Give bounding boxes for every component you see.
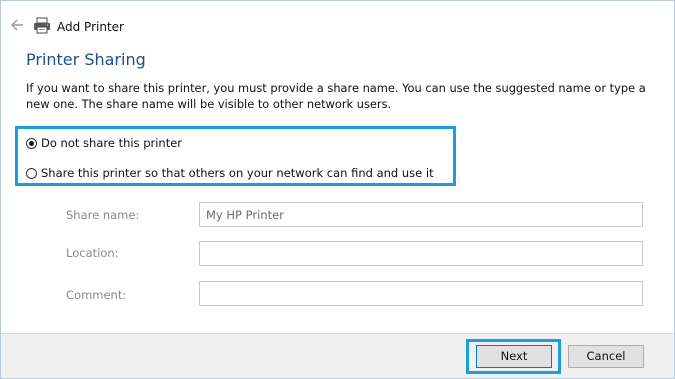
next-button[interactable]: Next (476, 345, 552, 368)
radio-share-label: Share this printer so that others on you… (41, 166, 434, 180)
radio-share[interactable]: Share this printer so that others on you… (26, 166, 434, 180)
add-printer-window: Add Printer Printer Sharing If you want … (0, 0, 675, 379)
share-name-label: Share name: (66, 208, 140, 222)
location-label: Location: (66, 246, 119, 260)
description-text: If you want to share this printer, you m… (26, 81, 646, 111)
radio-do-not-share[interactable]: Do not share this printer (26, 136, 182, 150)
share-name-input[interactable] (199, 202, 643, 227)
radio-selected-icon[interactable] (26, 137, 37, 149)
page-title: Printer Sharing (26, 50, 146, 69)
back-arrow-icon[interactable] (10, 18, 26, 34)
window-title: Add Printer (57, 20, 124, 34)
comment-label: Comment: (66, 288, 127, 302)
location-input[interactable] (199, 241, 643, 266)
printer-icon (33, 17, 51, 35)
radio-do-not-share-label: Do not share this printer (41, 136, 183, 150)
cancel-button[interactable]: Cancel (568, 345, 644, 368)
comment-input[interactable] (199, 281, 643, 306)
radio-unselected-icon[interactable] (26, 167, 37, 179)
